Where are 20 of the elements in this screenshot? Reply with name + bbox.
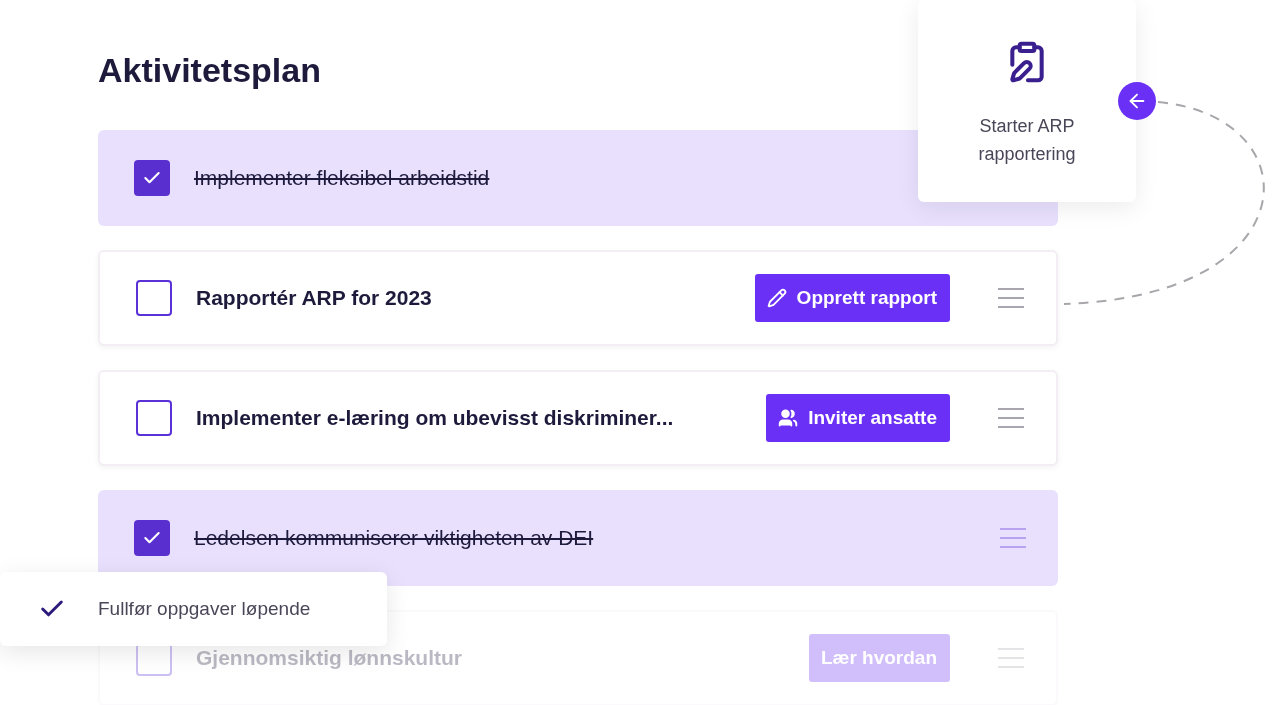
task-label: Rapportér ARP for 2023 [196,286,433,310]
pencil-icon [766,288,787,308]
task-label: Implementer e-læring om ubevisst diskriminer... [196,406,675,430]
checkbox[interactable] [134,160,170,196]
toast-message: Fullfør oppgaver løpende [98,598,311,620]
drag-handle-icon[interactable] [998,288,1024,308]
checkbox[interactable] [134,520,170,556]
drag-handle-icon[interactable] [998,408,1024,428]
action-button[interactable]: Opprett rapport [754,274,950,322]
checkbox[interactable] [136,280,172,316]
step-label: Starter ARP rapportering [977,115,1077,166]
task-label: Implementer fleksibel arbeidstid [194,166,491,190]
drag-handle-icon[interactable] [1000,528,1026,548]
page-title: Aktivitetsplan [98,50,321,91]
task-label: Gjennomsiktig lønnskultur [196,646,464,670]
users-icon [778,408,799,428]
drag-handle-icon[interactable] [998,648,1024,668]
checkbox[interactable] [136,400,172,436]
task-label: Ledelsen kommuniserer viktigheten av DEI [194,526,595,550]
action-button[interactable]: Inviter ansatte [766,394,950,442]
